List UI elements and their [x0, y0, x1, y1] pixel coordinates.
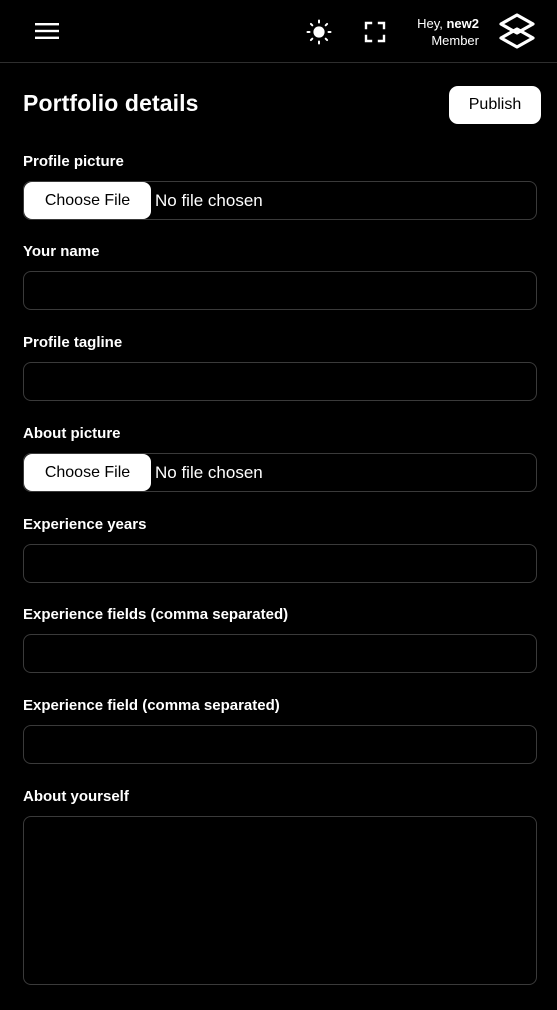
greeting-prefix: Hey, — [417, 16, 443, 31]
brand-logo-icon[interactable] — [497, 11, 537, 51]
about-yourself-label: About yourself — [23, 788, 129, 805]
experience-years-label: Experience years — [23, 516, 147, 533]
experience-field-input[interactable] — [23, 725, 537, 764]
your-name-label: Your name — [23, 243, 100, 260]
page-title: Portfolio details — [23, 90, 199, 116]
about-picture-label: About picture — [23, 425, 121, 442]
experience-fields-input[interactable] — [23, 634, 537, 673]
profile-picture-file-status: No file chosen — [155, 191, 263, 210]
profile-picture-label: Profile picture — [23, 153, 124, 170]
about-picture-file-status: No file chosen — [155, 463, 263, 482]
about-picture-file-input[interactable]: Choose File No file chosen — [23, 453, 537, 492]
username: new2 — [446, 16, 479, 31]
sun-icon[interactable] — [306, 19, 332, 45]
your-name-input[interactable] — [23, 271, 537, 310]
fullscreen-icon[interactable] — [364, 21, 386, 43]
experience-years-input[interactable] — [23, 544, 537, 583]
profile-picture-file-input[interactable]: Choose File No file chosen — [23, 181, 537, 220]
profile-tagline-input[interactable] — [23, 362, 537, 401]
user-greeting: Hey, new2 Member — [417, 15, 479, 49]
hamburger-menu-icon[interactable] — [34, 21, 60, 41]
profile-picture-choose-file-button[interactable]: Choose File — [24, 182, 151, 219]
about-picture-choose-file-button[interactable]: Choose File — [24, 454, 151, 491]
experience-field-label: Experience field (comma separated) — [23, 697, 280, 714]
experience-fields-label: Experience fields (comma separated) — [23, 606, 289, 623]
publish-button[interactable]: Publish — [449, 86, 541, 124]
top-navigation-bar: Hey, new2 Member — [0, 0, 557, 63]
about-yourself-textarea[interactable] — [23, 816, 537, 985]
profile-tagline-label: Profile tagline — [23, 334, 123, 351]
user-role: Member — [431, 33, 479, 48]
